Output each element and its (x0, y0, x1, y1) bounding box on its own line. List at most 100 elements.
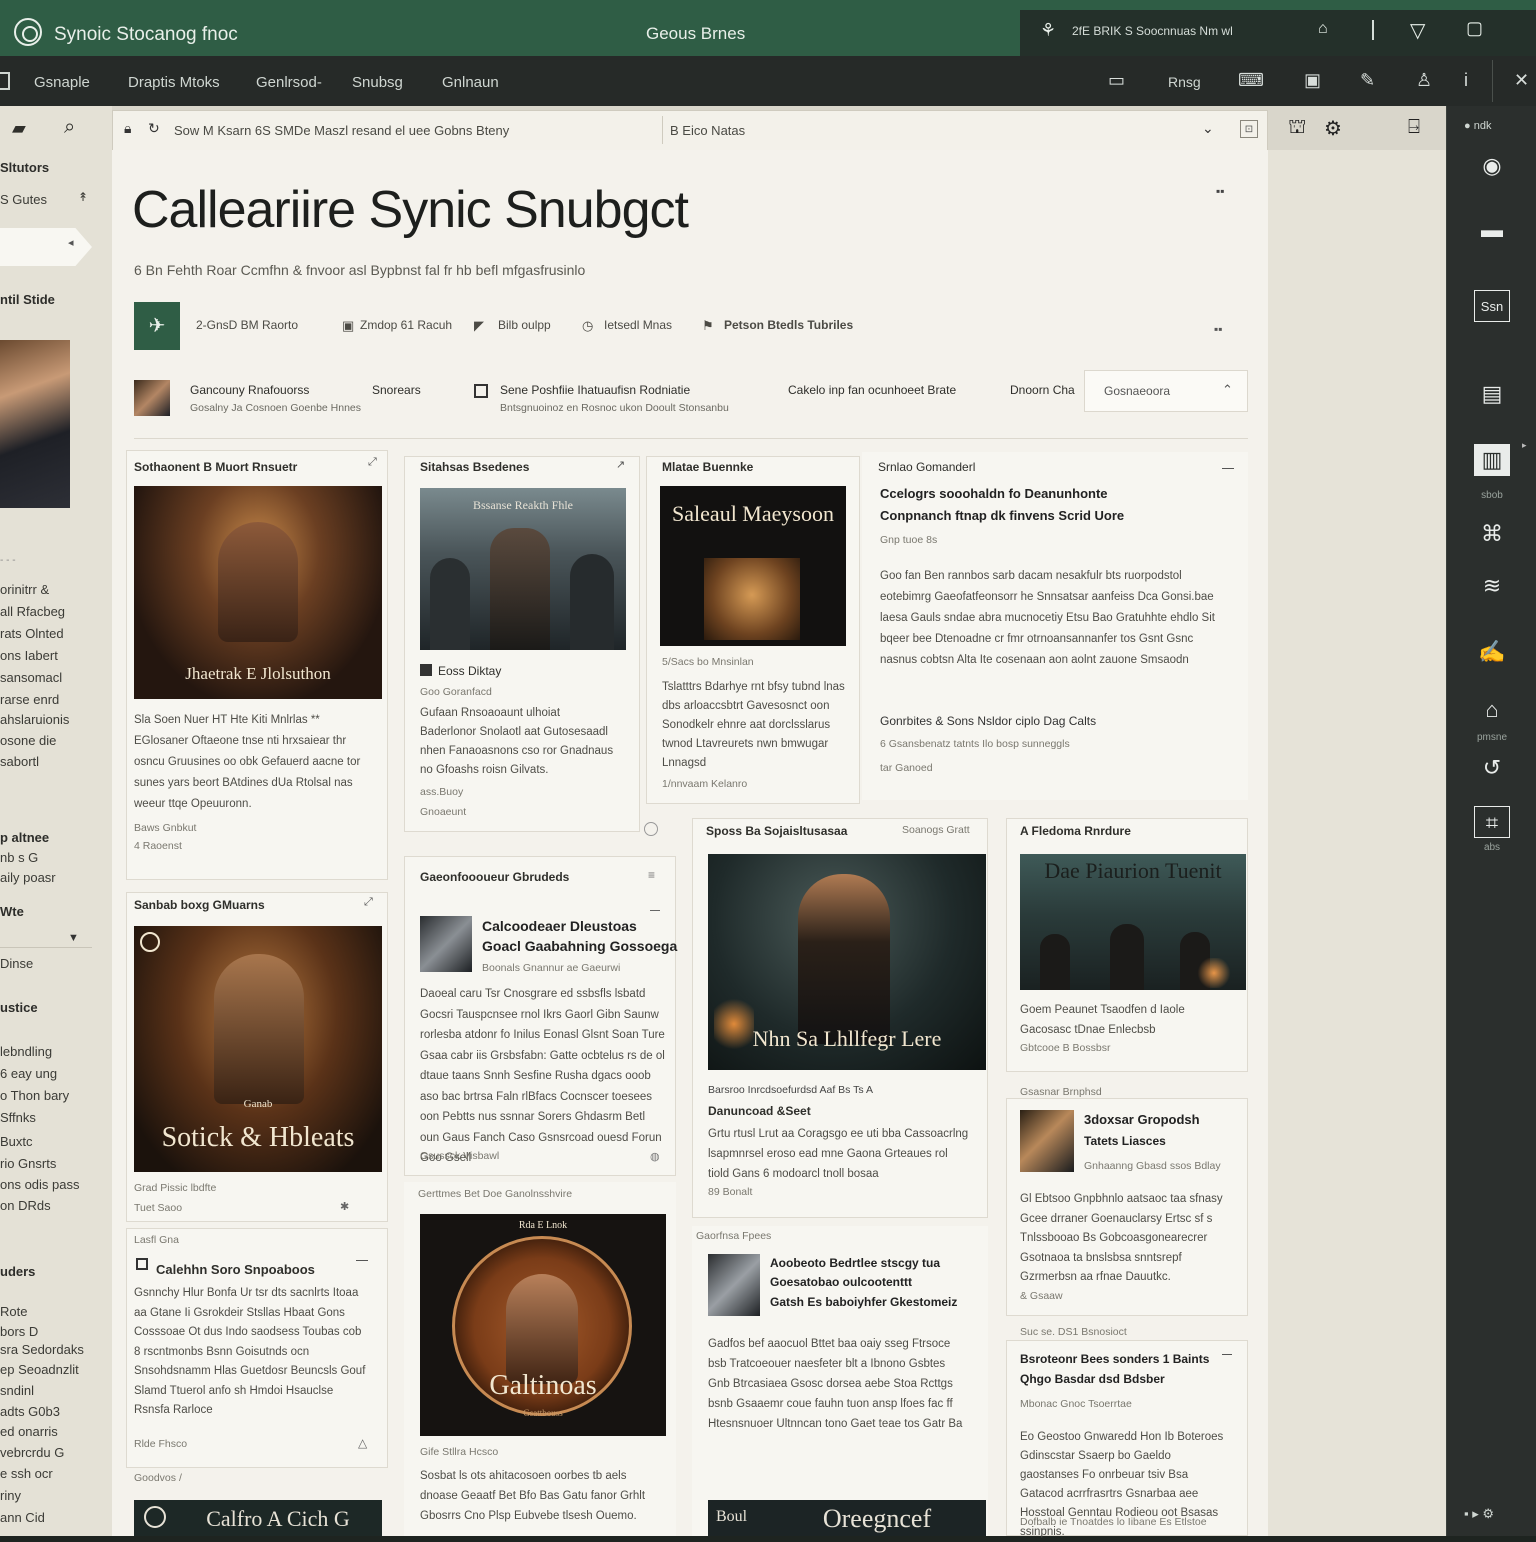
poster-image[interactable]: Jhaetrak E Jlolsuthon (134, 486, 382, 699)
home-icon[interactable]: ⌂ (1474, 694, 1510, 726)
sidebar-item-3[interactable]: orinitrr & (0, 582, 49, 597)
ticket-icon[interactable]: ▬ (1474, 214, 1510, 246)
window-icon[interactable]: ▭ (1108, 70, 1125, 91)
battery-icon[interactable]: ▢ (1466, 18, 1483, 39)
featured-right-text[interactable]: Cakelo inp fan ocunhoeet Brate (788, 383, 956, 397)
article-title[interactable]: Aoobeoto Bedrtlee stscgy tua (770, 1256, 940, 1270)
radio-icon[interactable] (644, 822, 658, 836)
archive-icon[interactable]: ▣ (1304, 70, 1321, 91)
star-icon[interactable]: ✱ (340, 1200, 349, 1213)
article-footer[interactable]: Gonrbites & Sons Nsldor ciplo Dag Calts (880, 714, 1096, 728)
brush-icon[interactable]: ✈ (134, 302, 180, 350)
sidebar-item-17[interactable]: ustice (0, 1000, 38, 1015)
collapse-icon[interactable] (1222, 1354, 1232, 1355)
sidebar-item-8[interactable]: rarse enrd (0, 692, 59, 707)
menu-item-help[interactable]: Gnlnaun (442, 74, 499, 91)
sidebar-item-33[interactable]: ed onarris (0, 1424, 58, 1439)
sidebar-item-37[interactable]: ann Cid (0, 1510, 45, 1525)
flag-icon[interactable]: ⚑ (702, 318, 714, 334)
sidebar-item-21[interactable]: Sffnks (0, 1110, 36, 1125)
folder-icon[interactable]: ▰ (12, 118, 26, 139)
warning-icon[interactable]: △ (358, 1436, 367, 1450)
sidebar-item-7[interactable]: sansomacl (0, 670, 62, 685)
article-title-2[interactable]: Danuncoad &Seet (708, 1104, 811, 1118)
sidebar-item-36[interactable]: riny (0, 1488, 21, 1503)
search-icon[interactable]: ⌕ (64, 116, 75, 139)
sidebar-item-24[interactable]: ons odis pass (0, 1177, 80, 1192)
article-title[interactable]: Bsroteonr Bees sonders 1 Baints (1020, 1352, 1209, 1366)
settings-icon[interactable]: ⚙ (1324, 116, 1342, 141)
keyboard-icon[interactable]: ⌨ (1238, 70, 1264, 91)
sidebar-item-13[interactable]: nb s G (0, 850, 38, 865)
poster-image[interactable]: Nhn Sa Lhllfegr Lere (708, 854, 986, 1070)
calendar-icon[interactable]: ▤ (1474, 378, 1510, 410)
address-bar[interactable]: Sow M Ksarn 6S SMDe Maszl resand el uee … (174, 123, 509, 138)
sidebar-item-22[interactable]: Buxtc (0, 1134, 33, 1149)
globe-icon[interactable]: ⚘ (1040, 20, 1056, 41)
sidebar-item-29[interactable]: sra Sedordaks (0, 1342, 84, 1357)
article-title[interactable]: Barsroo Inrcdsoefurdsd Aaf Bs Ts A (708, 1084, 873, 1096)
collapse-icon[interactable] (650, 910, 660, 911)
sidebar-item-34[interactable]: vebrcrdu G (0, 1445, 64, 1460)
article-title-2[interactable]: Goesatobao oulcootenttt (770, 1275, 912, 1289)
comment-icon[interactable]: ◍ (650, 1150, 660, 1163)
arrow-icon[interactable]: ↗ (616, 458, 625, 471)
poster-image[interactable]: Rda E Lnok Galtinoas Gsattbouss (420, 1214, 666, 1436)
article-title-2[interactable]: Qhgo Basdar dsd Bdsber (1020, 1372, 1165, 1386)
sidebar-item-2[interactable]: ntil Stide (0, 292, 55, 307)
sidebar-item-18[interactable]: lebndling (0, 1044, 52, 1059)
sidebar-item-30[interactable]: ep Seoadnzlit (0, 1362, 79, 1377)
sidebar-item-11[interactable]: sabortl (0, 754, 39, 769)
camera-icon[interactable]: ⛫ (1288, 116, 1306, 141)
undo-icon[interactable]: ↺ (1474, 752, 1510, 784)
sidebar-item-15[interactable]: Wte (0, 904, 24, 919)
chat-icon[interactable]: ◉ (1474, 150, 1510, 182)
sidebar-item-0[interactable]: Sltutors (0, 160, 49, 175)
menu-item-edit[interactable]: Draptis Mtoks (128, 74, 220, 91)
toolbar-item-4[interactable]: Petson Btedls Tubriles (724, 318, 853, 332)
tools-icon[interactable]: ✎ (1360, 70, 1375, 91)
grid-icon[interactable]: ⌗ (1474, 806, 1510, 838)
sidebar-item-1[interactable]: S Gutes (0, 192, 47, 207)
menu-icon[interactable]: ≡ (648, 868, 655, 882)
user-icon[interactable]: ♙ (1416, 70, 1432, 91)
article-title-2[interactable]: Tatets Liasces (1084, 1134, 1166, 1148)
sidebar-item-35[interactable]: e ssh ocr (0, 1466, 53, 1481)
book-icon[interactable]: ▥ (1474, 444, 1510, 476)
sidebar-item-9[interactable]: ahslaruionis (0, 712, 69, 727)
article-title[interactable]: Ccelogrs sooohaldn fo Deanunhonte (880, 486, 1108, 501)
pin-icon[interactable]: ↟ (78, 190, 88, 204)
clock-icon[interactable]: ◷ (582, 318, 593, 334)
box-icon[interactable]: ▣ (342, 318, 354, 334)
poster-image[interactable]: Dae Piaurion Tuenit (1020, 854, 1246, 990)
poster-image[interactable]: Ganab Sotick & Hbleats (134, 926, 382, 1172)
sidebar-item-4[interactable]: all Rfacbeg (0, 604, 65, 619)
sidebar-item-14[interactable]: aily poasr (0, 870, 56, 885)
sidebar-item-5[interactable]: rats Olnted (0, 626, 64, 641)
collapse-icon[interactable] (356, 1260, 368, 1261)
poster-image[interactable]: Boul Oreegncef (708, 1500, 986, 1536)
rail-footer-icons[interactable]: ▪ ▸ ⚙ (1464, 1506, 1494, 1522)
poster-image[interactable]: Calfro A Cich G (134, 1500, 382, 1536)
more-icon[interactable]: ▪▪ (1214, 322, 1223, 336)
toolbar-item-2[interactable]: Bilb oulpp (498, 318, 551, 332)
sidebar-item-16[interactable]: Dinse (0, 956, 33, 971)
toolbar-item-3[interactable]: Ietsedl Mnas (604, 318, 672, 332)
checkbox-icon[interactable] (136, 1258, 148, 1270)
sidebar-item-12[interactable]: p altnee (0, 830, 49, 845)
collapse-icon[interactable]: ⤢ (364, 896, 373, 909)
article-title[interactable]: 3doxsar Gropodsh (1084, 1112, 1200, 1127)
sidebar-item-19[interactable]: 6 eay ung (0, 1066, 57, 1081)
sidebar-item-26[interactable]: uders (0, 1264, 35, 1279)
sidebar-item-selected[interactable] (0, 228, 92, 266)
pen-icon[interactable]: ✍ (1474, 636, 1510, 668)
stack-icon[interactable]: ≋ (1474, 570, 1510, 602)
toolbar-item-1[interactable]: Zmdop 61 Racuh (360, 318, 452, 332)
lock-icon[interactable]: ⌂ (1318, 20, 1328, 38)
article-title[interactable]: Calcoodeaer Dleustoas (482, 918, 637, 934)
chevron-up-icon[interactable]: ⌃ (1222, 382, 1233, 398)
collapse-icon[interactable]: ⤢ (368, 456, 377, 469)
tab-label[interactable]: B Eico Natas (670, 123, 745, 138)
sidebar-item-31[interactable]: sndinl (0, 1383, 34, 1398)
caret-right-icon[interactable]: ▸ (1522, 440, 1527, 451)
